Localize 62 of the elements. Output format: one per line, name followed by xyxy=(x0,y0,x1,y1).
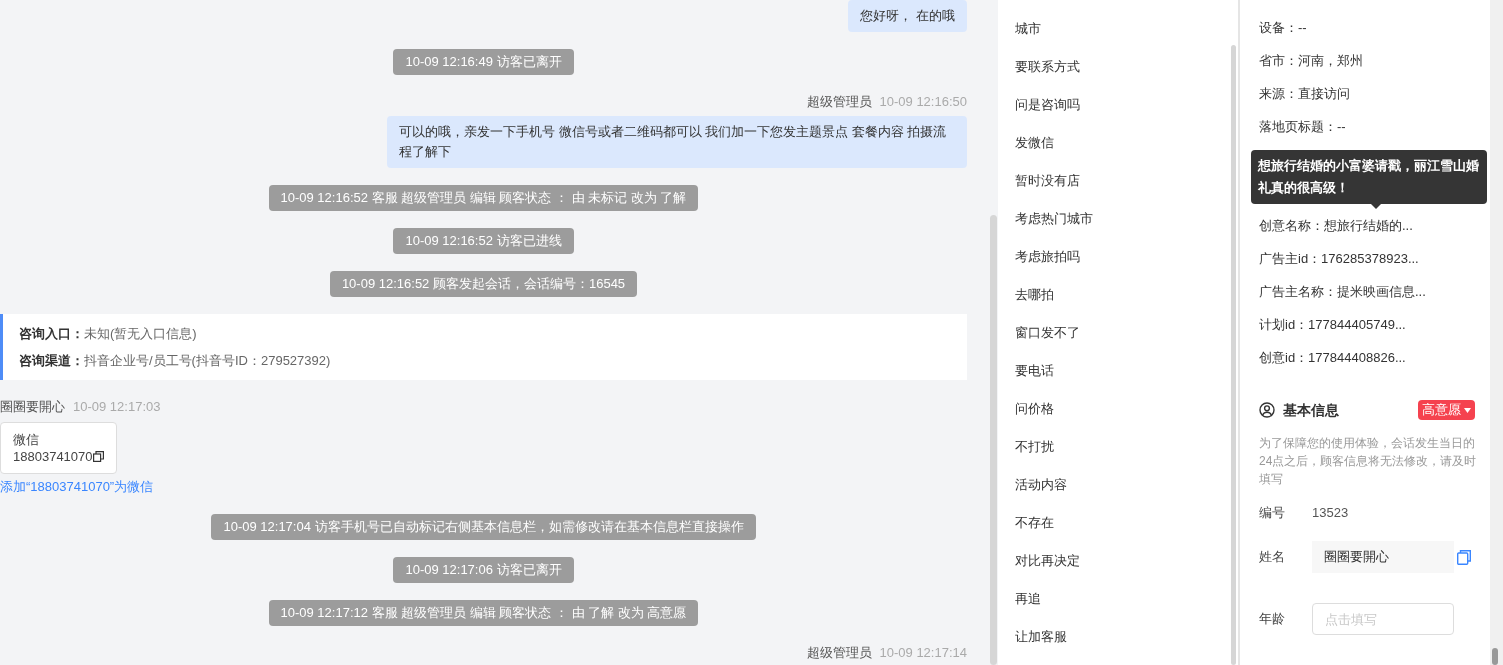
tag-item[interactable]: 发微信 xyxy=(1015,124,1238,162)
intent-dropdown[interactable]: 高意愿 xyxy=(1418,400,1475,420)
tag-item[interactable]: 考虑旅拍吗 xyxy=(1015,238,1238,276)
message-time: 10-09 12:16:50 xyxy=(879,93,967,112)
visit-info-row-text: 落地页标题：-- xyxy=(1259,117,1347,136)
info-label: 咨询渠道： xyxy=(19,351,84,370)
tag-item[interactable]: 问价格 xyxy=(1015,390,1238,428)
sender-name: 超级管理员 xyxy=(806,643,872,662)
info-value: 抖音企业号/员工号(抖音号ID：279527392) xyxy=(84,351,331,370)
info-label: 咨询入口： xyxy=(19,324,84,343)
message-time: 10-09 12:17:14 xyxy=(879,643,967,662)
tag-item[interactable]: 再追 xyxy=(1015,580,1238,618)
tag-item[interactable]: 要电话 xyxy=(1015,352,1238,390)
visit-info-row-text: 广告主名称：提米映画信息... xyxy=(1259,282,1427,301)
system-notice: 10-09 12:16:49 访客已离开 xyxy=(393,49,574,75)
visit-info-row-text: 省市：河南，郑州 xyxy=(1259,51,1364,70)
info-value: 未知(暂无入口信息) xyxy=(84,324,197,343)
visit-info-row-text: 创意名称：想旅行结婚的... xyxy=(1259,216,1414,235)
system-notice: 10-09 12:16:52 顾客发起会话，会话编号：16545 xyxy=(329,271,638,297)
sender-name: 超级管理员 xyxy=(806,93,872,112)
field-label: 编号 xyxy=(1259,504,1286,523)
tag-item[interactable]: 不存在 xyxy=(1015,504,1238,542)
scrollbar[interactable] xyxy=(1492,648,1498,665)
name-field[interactable]: 圈圈要開心 xyxy=(1312,541,1454,573)
message-bubble: 可以的哦，亲发一下手机号 微信号或者二维码都可以 我们加一下您发主题景点 套餐内容 拍摄流程了解下 xyxy=(387,116,967,168)
tag-item[interactable]: 城市 xyxy=(1015,10,1238,48)
section-title: 基本信息 xyxy=(1283,400,1339,420)
tag-item[interactable]: 要联系方式 xyxy=(1015,48,1238,86)
field-label: 姓名 xyxy=(1259,548,1286,567)
system-notice: 10-09 12:17:12 客服 超级管理员 编辑 顾客状态 ： 由 了解 改为 高意愿 xyxy=(268,599,699,626)
message-time: 10-09 12:17:03 xyxy=(73,398,161,417)
visit-info-row-text: 广告主id：176285378923... xyxy=(1259,249,1420,268)
tooltip-arrow-icon xyxy=(1371,204,1381,209)
visit-info-row-text: 计划id：177844405749... xyxy=(1259,315,1407,334)
visit-info-row-text: 来源：直接访问 xyxy=(1259,84,1351,103)
message-bubble: 您好呀， 在的哦 xyxy=(848,0,967,32)
scrollbar[interactable] xyxy=(1231,45,1236,665)
system-notice: 10-09 12:17:06 访客已离开 xyxy=(393,556,574,583)
visit-info-row-text: 创意id：177844408826... xyxy=(1259,348,1407,367)
card-value: 18803741070 xyxy=(13,448,93,465)
user-icon xyxy=(1259,402,1275,418)
card-title: 微信 xyxy=(13,431,40,448)
tag-item[interactable]: 让加客服 xyxy=(1015,618,1238,656)
field-label: 年龄 xyxy=(1259,610,1286,629)
tag-item[interactable]: 窗口发不了 xyxy=(1015,314,1238,352)
tag-item[interactable]: 活动内容 xyxy=(1015,466,1238,504)
field-value: 13523 xyxy=(1312,504,1349,523)
tag-item[interactable]: 对比再决定 xyxy=(1015,542,1238,580)
caret-icon xyxy=(1464,407,1471,413)
system-notice: 10-09 12:16:52 客服 超级管理员 编辑 顾客状态 ： 由 未标记 改为 了解 xyxy=(268,185,699,211)
system-notice: 10-09 12:16:52 访客已进线 xyxy=(393,228,574,254)
notice-text: 为了保障您的使用体验，会话发生当日的24点之后，顾客信息将无法修改，请及时填写 xyxy=(1259,435,1477,488)
copy-icon[interactable] xyxy=(92,451,104,462)
tag-item[interactable]: 问是咨询吗 xyxy=(1015,86,1238,124)
tag-item[interactable]: 考虑热门城市 xyxy=(1015,200,1238,238)
visit-info-row-text: 设备：-- xyxy=(1259,18,1308,37)
scrollbar[interactable] xyxy=(990,215,997,665)
tag-item[interactable]: 暂时没有店 xyxy=(1015,162,1238,200)
tag-item[interactable]: 去哪拍 xyxy=(1015,276,1238,314)
system-notice: 10-09 12:17:04 访客手机号已自动标记右侧基本信息栏，如需修改请在基本信息栏直接操作 xyxy=(211,513,756,540)
tag-item[interactable]: 不打扰 xyxy=(1015,428,1238,466)
sender-name: 圈圈要開心 xyxy=(0,398,65,417)
